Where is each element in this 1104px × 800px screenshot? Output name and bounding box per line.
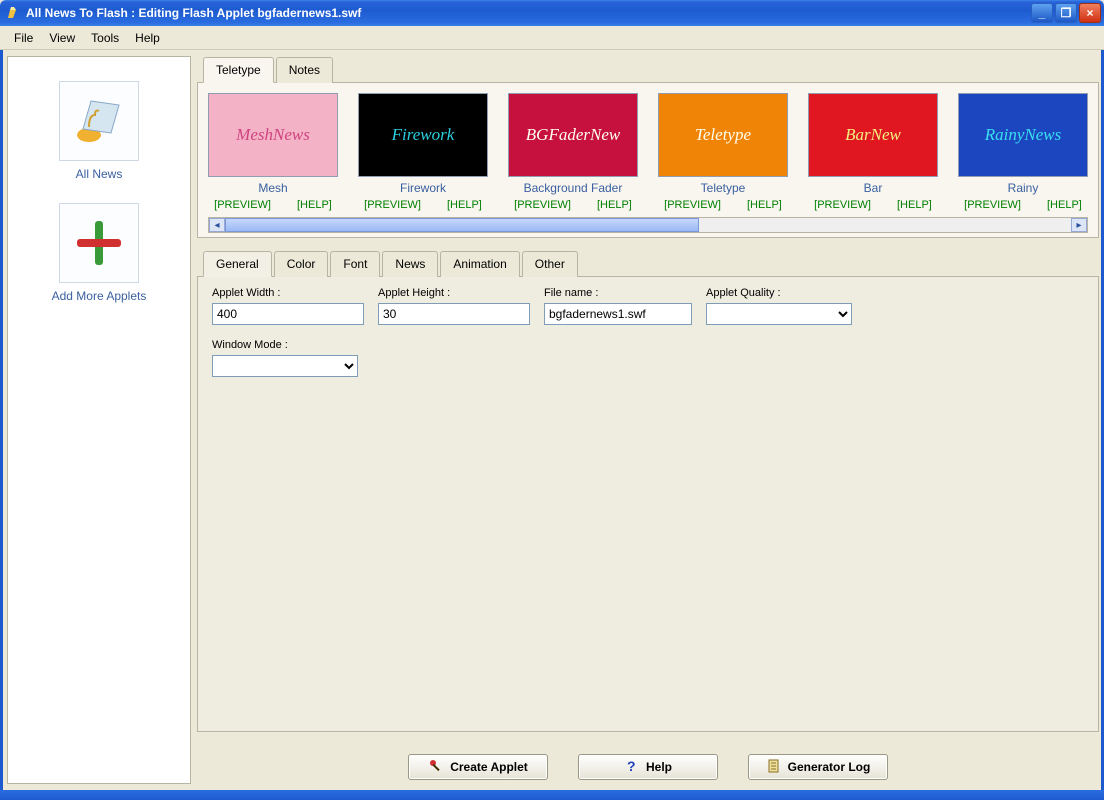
preview-tabpanel: MeshNews Mesh [PREVIEW] [HELP] Firework … bbox=[197, 82, 1099, 238]
tab-other[interactable]: Other bbox=[522, 251, 578, 277]
maximize-button[interactable]: ❐ bbox=[1055, 3, 1077, 23]
applet-quality-select[interactable] bbox=[706, 303, 852, 325]
sidebar: All News Add More Applets bbox=[7, 56, 191, 784]
button-label: Help bbox=[646, 760, 672, 774]
wand-icon bbox=[428, 758, 444, 777]
sidebar-item-all-news[interactable]: All News bbox=[59, 81, 139, 181]
applet-card-teletype[interactable]: Teletype Teletype [PREVIEW] [HELP] bbox=[658, 93, 788, 211]
help-link[interactable]: [HELP] bbox=[597, 199, 632, 211]
right-panel: Teletype Notes MeshNews Mesh [PREVIEW] [… bbox=[197, 56, 1099, 784]
applet-name: Teletype bbox=[701, 181, 746, 195]
applet-gallery: MeshNews Mesh [PREVIEW] [HELP] Firework … bbox=[208, 93, 1088, 211]
generator-log-button[interactable]: Generator Log bbox=[748, 754, 888, 780]
preview-tabgroup: Teletype Notes MeshNews Mesh [PREVIEW] [… bbox=[197, 56, 1099, 238]
question-icon: ? bbox=[624, 758, 640, 777]
window-buttons: _ ❐ × bbox=[1031, 3, 1101, 23]
help-link[interactable]: [HELP] bbox=[747, 199, 782, 211]
applet-name: Background Fader bbox=[524, 181, 623, 195]
sidebar-item-label: All News bbox=[76, 167, 123, 181]
menu-help[interactable]: Help bbox=[127, 28, 168, 48]
applet-height-input[interactable] bbox=[378, 303, 530, 325]
menu-view[interactable]: View bbox=[41, 28, 83, 48]
applet-thumb: BarNew bbox=[808, 93, 938, 177]
button-label: Create Applet bbox=[450, 760, 528, 774]
applet-thumb: Firework bbox=[358, 93, 488, 177]
applet-name: Rainy bbox=[1008, 181, 1039, 195]
sidebar-item-label: Add More Applets bbox=[52, 289, 147, 303]
preview-link[interactable]: [PREVIEW] bbox=[964, 199, 1021, 211]
svg-text:?: ? bbox=[627, 758, 636, 774]
menubar: File View Tools Help bbox=[0, 26, 1104, 50]
applet-card-bgfader[interactable]: BGFaderNew Background Fader [PREVIEW] [H… bbox=[508, 93, 638, 211]
create-applet-button[interactable]: Create Applet bbox=[408, 754, 548, 780]
applet-card-bar[interactable]: BarNew Bar [PREVIEW] [HELP] bbox=[808, 93, 938, 211]
applet-name: Firework bbox=[400, 181, 446, 195]
applet-thumb: BGFaderNew bbox=[508, 93, 638, 177]
client-area: All News Add More Applets Teletype Notes bbox=[0, 50, 1104, 790]
menu-tools[interactable]: Tools bbox=[83, 28, 127, 48]
button-label: Generator Log bbox=[788, 760, 871, 774]
tab-news[interactable]: News bbox=[382, 251, 438, 277]
applet-width-input[interactable] bbox=[212, 303, 364, 325]
window-mode-label: Window Mode : bbox=[212, 339, 358, 351]
help-link[interactable]: [HELP] bbox=[897, 199, 932, 211]
add-applets-icon bbox=[59, 203, 139, 283]
help-button[interactable]: ? Help bbox=[578, 754, 718, 780]
preview-link[interactable]: [PREVIEW] bbox=[664, 199, 721, 211]
all-news-icon bbox=[59, 81, 139, 161]
settings-tabgroup: General Color Font News Animation Other … bbox=[197, 246, 1099, 732]
scroll-left-button[interactable]: ◂ bbox=[209, 218, 225, 232]
menu-file[interactable]: File bbox=[6, 28, 41, 48]
applet-thumb: RainyNews bbox=[958, 93, 1088, 177]
tab-color[interactable]: Color bbox=[274, 251, 329, 277]
applet-card-rainy[interactable]: RainyNews Rainy [PREVIEW] [HELP] bbox=[958, 93, 1088, 211]
file-name-input[interactable] bbox=[544, 303, 692, 325]
scroll-right-button[interactable]: ▸ bbox=[1071, 218, 1087, 232]
gallery-scrollbar[interactable]: ◂ ▸ bbox=[208, 217, 1088, 233]
applet-name: Mesh bbox=[258, 181, 287, 195]
window-mode-select[interactable] bbox=[212, 355, 358, 377]
minimize-button[interactable]: _ bbox=[1031, 3, 1053, 23]
preview-link[interactable]: [PREVIEW] bbox=[514, 199, 571, 211]
applet-width-label: Applet Width : bbox=[212, 287, 364, 299]
applet-thumb: Teletype bbox=[658, 93, 788, 177]
titlebar: All News To Flash : Editing Flash Applet… bbox=[0, 0, 1104, 26]
tab-teletype[interactable]: Teletype bbox=[203, 57, 274, 83]
applet-card-mesh[interactable]: MeshNews Mesh [PREVIEW] [HELP] bbox=[208, 93, 338, 211]
file-name-label: File name : bbox=[544, 287, 692, 299]
tab-notes[interactable]: Notes bbox=[276, 57, 333, 83]
preview-link[interactable]: [PREVIEW] bbox=[364, 199, 421, 211]
tab-animation[interactable]: Animation bbox=[440, 251, 519, 277]
app-icon bbox=[5, 5, 21, 21]
help-link[interactable]: [HELP] bbox=[1047, 199, 1082, 211]
preview-link[interactable]: [PREVIEW] bbox=[814, 199, 871, 211]
scroll-track[interactable] bbox=[225, 218, 1071, 232]
scroll-icon bbox=[766, 758, 782, 777]
applet-thumb: MeshNews bbox=[208, 93, 338, 177]
applet-height-label: Applet Height : bbox=[378, 287, 530, 299]
tab-general[interactable]: General bbox=[203, 251, 272, 277]
scroll-thumb[interactable] bbox=[225, 218, 699, 232]
help-link[interactable]: [HELP] bbox=[297, 199, 332, 211]
action-button-row: Create Applet ? Help Generator Log bbox=[197, 740, 1099, 784]
help-link[interactable]: [HELP] bbox=[447, 199, 482, 211]
window-title: All News To Flash : Editing Flash Applet… bbox=[26, 6, 1031, 20]
applet-quality-label: Applet Quality : bbox=[706, 287, 852, 299]
close-button[interactable]: × bbox=[1079, 3, 1101, 23]
sidebar-item-add-applets[interactable]: Add More Applets bbox=[52, 203, 147, 303]
settings-panel: Applet Width : Applet Height : File name… bbox=[197, 276, 1099, 732]
window-bottom-border bbox=[0, 790, 1104, 800]
applet-card-firework[interactable]: Firework Firework [PREVIEW] [HELP] bbox=[358, 93, 488, 211]
preview-link[interactable]: [PREVIEW] bbox=[214, 199, 271, 211]
applet-name: Bar bbox=[864, 181, 883, 195]
tab-font[interactable]: Font bbox=[330, 251, 380, 277]
